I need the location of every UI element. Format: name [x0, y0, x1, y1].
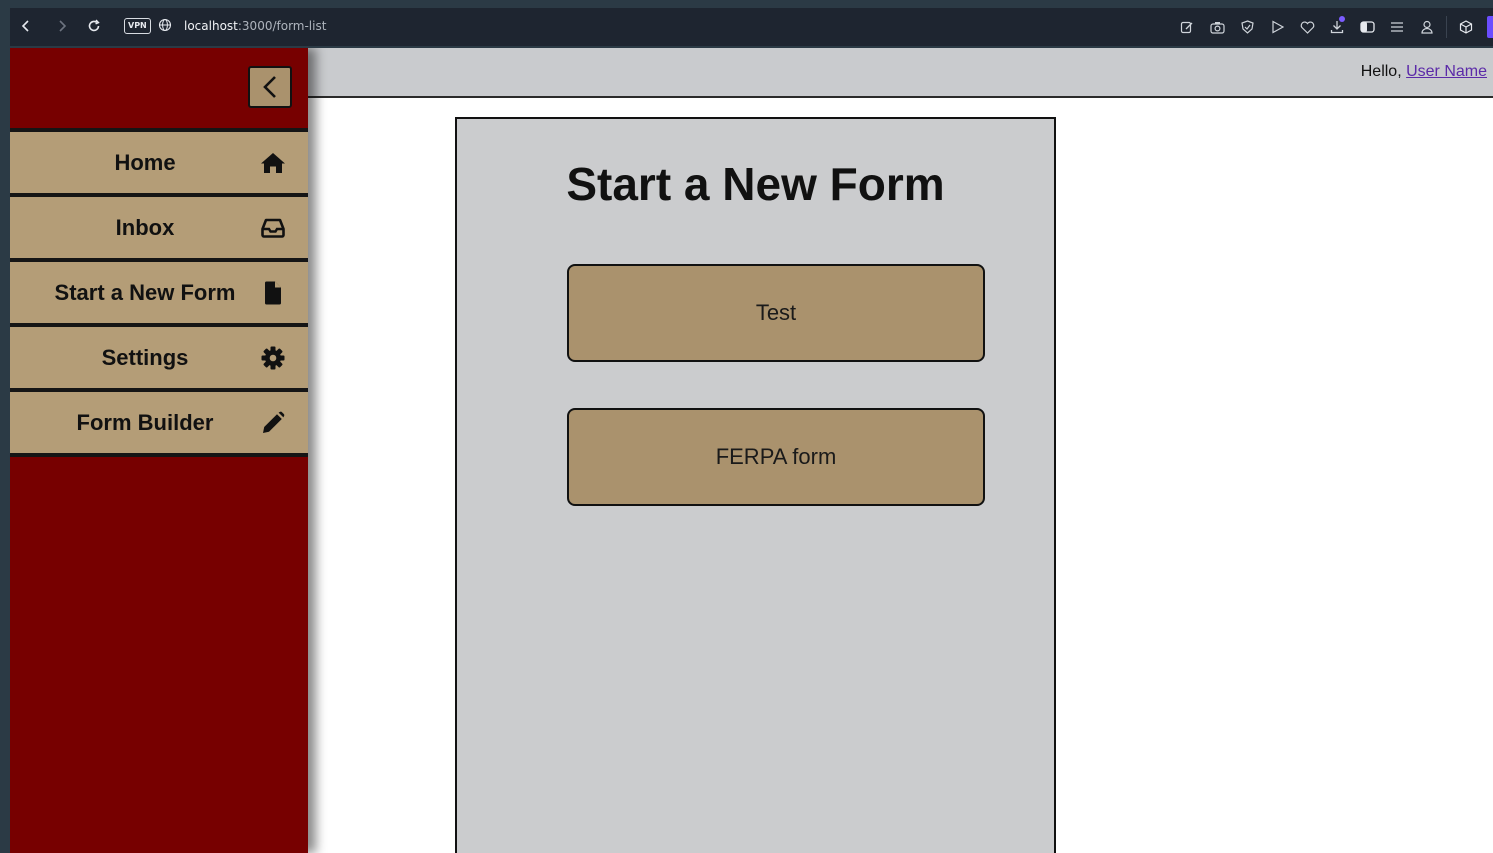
globe-icon — [158, 18, 172, 35]
home-icon — [260, 151, 286, 175]
sidebar-item-label: Start a New Form — [54, 280, 236, 305]
greeting: Hello, User Name — [1361, 63, 1487, 81]
user-name-link[interactable]: User Name — [1406, 63, 1487, 80]
sidebar-toggle-icon[interactable] — [1352, 8, 1382, 46]
url-host: localhost — [184, 19, 238, 33]
pencil-icon — [260, 411, 286, 435]
file-icon — [260, 281, 286, 305]
shield-icon[interactable] — [1232, 8, 1262, 46]
sidebar-item-label: Form Builder — [76, 410, 214, 435]
vpn-badge[interactable]: VPN — [124, 18, 151, 34]
form-list-card: Start a New Form Test FERPA form — [455, 117, 1056, 853]
download-icon[interactable] — [1322, 8, 1352, 46]
url-path: :3000/form-list — [237, 19, 327, 33]
toolbar-separator — [1446, 16, 1447, 38]
form-button-test[interactable]: Test — [567, 264, 985, 362]
sidebar-item-form-builder[interactable]: Form Builder — [10, 388, 308, 457]
sidebar-item-settings[interactable]: Settings — [10, 323, 308, 388]
forward-icon[interactable] — [54, 17, 70, 35]
chevron-left-icon — [263, 76, 276, 98]
address-bar[interactable]: localhost:3000/form-list — [184, 19, 326, 33]
gear-icon — [260, 346, 286, 370]
sidebar-menu: Home Inbox Start a New Form Settings For… — [10, 128, 308, 457]
sidebar: Home Inbox Start a New Form Settings For… — [10, 48, 308, 853]
send-icon[interactable] — [1262, 8, 1292, 46]
sidebar-item-home[interactable]: Home — [10, 128, 308, 193]
sidebar-item-start-new-form[interactable]: Start a New Form — [10, 258, 308, 323]
collapse-sidebar-button[interactable] — [248, 66, 292, 108]
inbox-icon — [260, 216, 286, 240]
camera-icon[interactable] — [1202, 8, 1232, 46]
profile-icon[interactable] — [1412, 8, 1442, 46]
back-icon[interactable] — [18, 17, 34, 35]
browser-toolbar: VPN localhost:3000/form-list — [10, 8, 1493, 46]
form-button-ferpa[interactable]: FERPA form — [567, 408, 985, 506]
extension-accent — [1487, 16, 1493, 38]
page: Hello, User Name Start a New Form Test F… — [10, 48, 1493, 853]
cube-icon[interactable] — [1451, 8, 1481, 46]
sidebar-item-label: Home — [114, 150, 176, 175]
page-title: Start a New Form — [566, 158, 945, 210]
menu-lines-icon[interactable] — [1382, 8, 1412, 46]
sidebar-item-inbox[interactable]: Inbox — [10, 193, 308, 258]
edit-icon[interactable] — [1172, 8, 1202, 46]
heart-icon[interactable] — [1292, 8, 1322, 46]
sidebar-item-label: Settings — [101, 345, 189, 370]
sidebar-item-label: Inbox — [115, 215, 175, 240]
greeting-text: Hello, — [1360, 63, 1402, 80]
reload-icon[interactable] — [86, 17, 102, 35]
notification-dot — [1339, 16, 1345, 22]
browser-extensions — [1172, 8, 1493, 46]
